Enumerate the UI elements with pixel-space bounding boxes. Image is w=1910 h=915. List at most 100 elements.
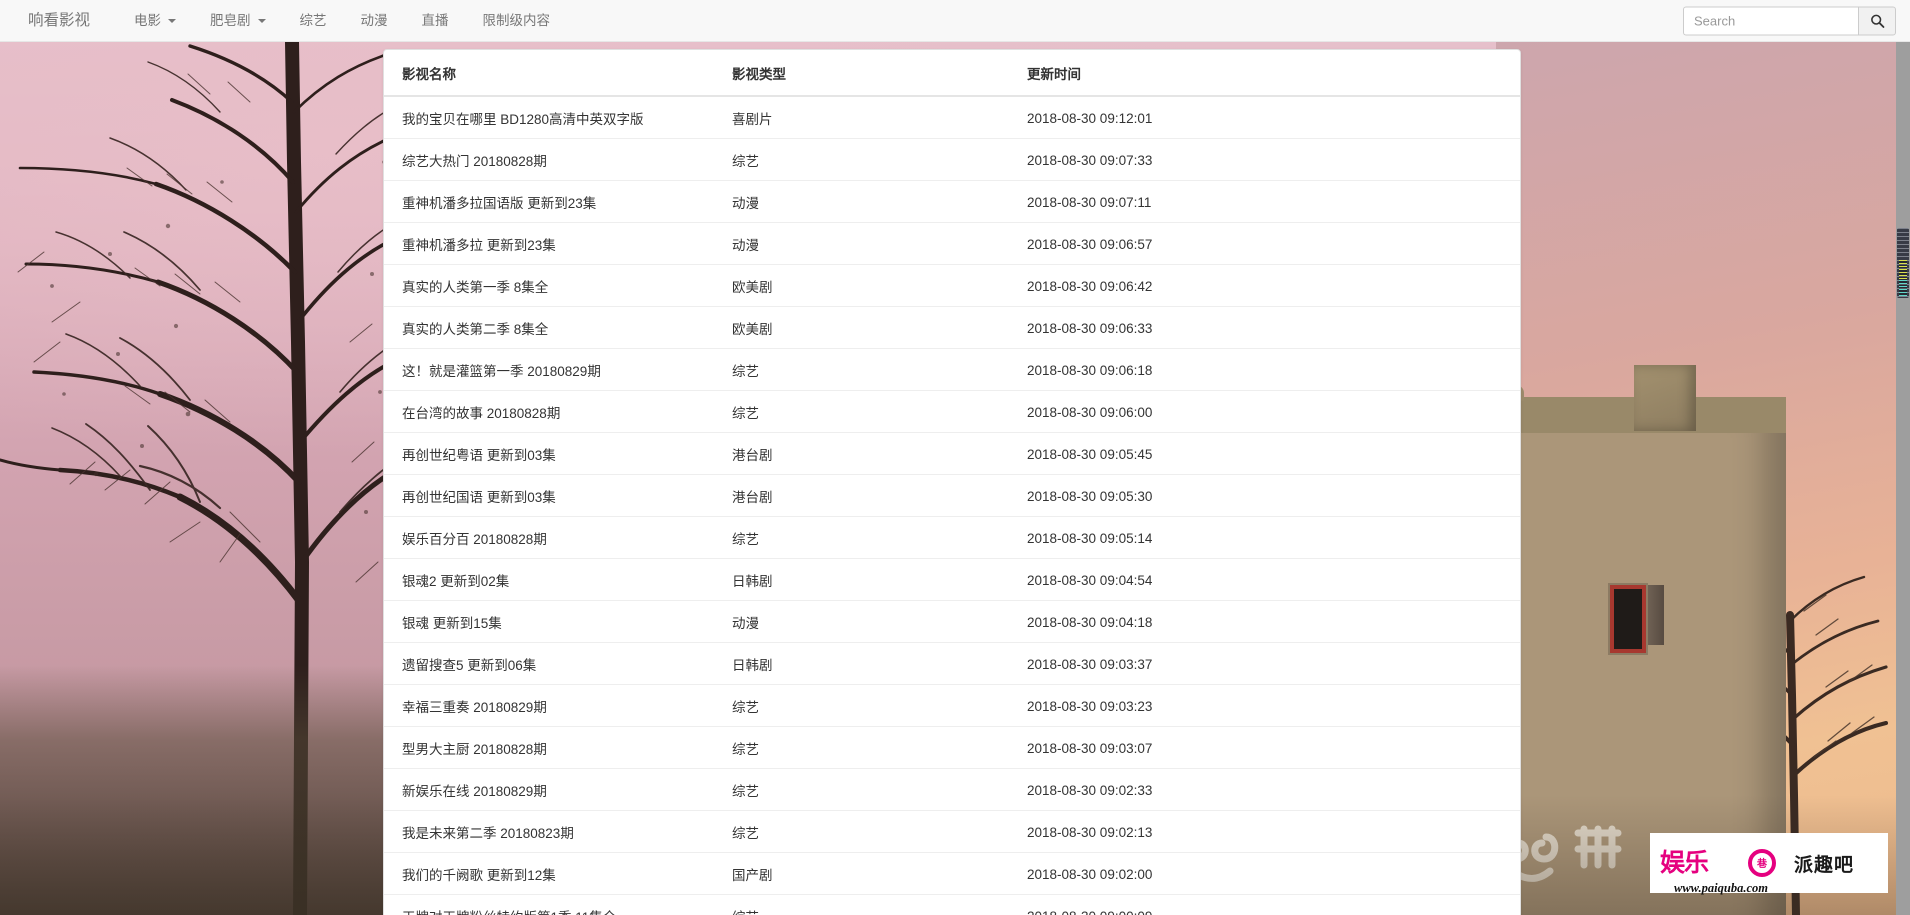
- watermark-logo: 娱乐 巷 www.paiquba.com: [1660, 848, 1778, 895]
- cell-update-time: 2018-08-30 09:04:18: [1027, 600, 1520, 643]
- table-row[interactable]: 新娱乐在线 20180829期 综艺 2018-08-30 09:02:33: [384, 768, 1520, 811]
- cell-video-type: 国产剧: [732, 852, 1027, 895]
- page-scrollbar-thumb[interactable]: [1897, 228, 1909, 298]
- search-form: [1683, 6, 1896, 35]
- table-header-row: 影视名称 影视类型 更新时间: [384, 50, 1520, 97]
- search-input[interactable]: [1683, 6, 1858, 35]
- cell-update-time: 2018-08-30 09:06:00: [1027, 390, 1520, 433]
- content-panel: 影视名称 影视类型 更新时间 我的宝贝在哪里 BD1280高清中英双字版 喜剧片 2…: [383, 49, 1521, 915]
- cell-video-name: 我们的千阙歌 更新到12集: [384, 852, 732, 895]
- video-title-link[interactable]: 真实的人类第二季 8集全: [402, 322, 548, 337]
- cell-update-time: 2018-08-30 09:06:18: [1027, 348, 1520, 391]
- cell-update-time: 2018-08-30 09:05:30: [1027, 474, 1520, 517]
- video-title-link[interactable]: 幸福三重奏 20180829期: [402, 700, 547, 715]
- cell-video-type: 综艺: [732, 810, 1027, 853]
- video-title-link[interactable]: 重神机潘多拉 更新到23集: [402, 238, 556, 253]
- cell-update-time: 2018-08-30 09:06:42: [1027, 264, 1520, 307]
- table-row[interactable]: 综艺大热门 20180828期 综艺 2018-08-30 09:07:33: [384, 138, 1520, 181]
- nav-item-soap-dramas[interactable]: 肥皂剧: [193, 0, 283, 41]
- cell-update-time: 2018-08-30 09:12:01: [1027, 96, 1520, 139]
- primary-nav: 电影 肥皂剧 综艺 动漫 直播 限制级内容: [117, 0, 567, 41]
- video-title-link[interactable]: 遗留搜查5 更新到06集: [402, 658, 536, 673]
- page-scrollbar-track[interactable]: [1896, 42, 1910, 915]
- table-row[interactable]: 在台湾的故事 20180828期 综艺 2018-08-30 09:06:00: [384, 390, 1520, 433]
- table-row[interactable]: 银魂 更新到15集 动漫 2018-08-30 09:04:18: [384, 600, 1520, 643]
- video-title-link[interactable]: 我的宝贝在哪里 BD1280高清中英双字版: [402, 112, 644, 127]
- cell-video-name: 型男大主厨 20180828期: [384, 726, 732, 769]
- video-title-link[interactable]: 重神机潘多拉国语版 更新到23集: [402, 196, 596, 211]
- tower-shutter: [1648, 585, 1664, 645]
- table-row[interactable]: 娱乐百分百 20180828期 综艺 2018-08-30 09:05:14: [384, 516, 1520, 559]
- cell-video-name: 我是未来第二季 20180823期: [384, 810, 732, 853]
- video-title-link[interactable]: 王牌对王牌粉丝特约版第1季 11集全: [402, 910, 616, 915]
- cell-video-name: 幸福三重奏 20180829期: [384, 684, 732, 727]
- video-title-link[interactable]: 这！就是灌篮第一季 20180829期: [402, 364, 601, 379]
- nav-item-movies[interactable]: 电影: [117, 0, 193, 41]
- nav-item-anime[interactable]: 动漫: [344, 0, 405, 41]
- cell-video-type: 动漫: [732, 600, 1027, 643]
- table-row[interactable]: 再创世纪国语 更新到03集 港台剧 2018-08-30 09:05:30: [384, 474, 1520, 517]
- video-title-link[interactable]: 再创世纪国语 更新到03集: [402, 490, 556, 505]
- cell-update-time: 2018-08-30 09:07:33: [1027, 138, 1520, 181]
- table-row[interactable]: 银魂2 更新到02集 日韩剧 2018-08-30 09:04:54: [384, 558, 1520, 601]
- nav-item-label: 肥皂剧: [210, 13, 251, 28]
- cell-update-time: 2018-08-30 09:04:54: [1027, 558, 1520, 601]
- table-row[interactable]: 我的宝贝在哪里 BD1280高清中英双字版 喜剧片 2018-08-30 09:12…: [384, 96, 1520, 139]
- watermark-ring-char: 巷: [1757, 859, 1767, 870]
- site-watermark: 娱乐 巷 www.paiquba.com 派趣吧: [1650, 833, 1888, 895]
- cell-video-type: 喜剧片: [732, 96, 1027, 139]
- video-title-link[interactable]: 我们的千阙歌 更新到12集: [402, 868, 556, 883]
- nav-item-variety[interactable]: 综艺: [283, 0, 344, 41]
- table-row[interactable]: 王牌对王牌粉丝特约版第1季 11集全 综艺2018-08-30 09:00:09: [384, 894, 1520, 915]
- cell-update-time: 2018-08-30 09:00:09: [1027, 894, 1520, 915]
- video-title-link[interactable]: 在台湾的故事 20180828期: [402, 406, 560, 421]
- cell-video-type: 日韩剧: [732, 558, 1027, 601]
- search-button[interactable]: [1858, 6, 1896, 35]
- chevron-down-icon: [257, 18, 266, 23]
- table-row[interactable]: 这！就是灌篮第一季 20180829期 综艺 2018-08-30 09:06:18: [384, 348, 1520, 391]
- table-head: 影视名称 影视类型 更新时间: [384, 50, 1520, 97]
- nav-item-live[interactable]: 直播: [405, 0, 466, 41]
- cell-update-time: 2018-08-30 09:02:33: [1027, 768, 1520, 811]
- video-list-table: 影视名称 影视类型 更新时间 我的宝贝在哪里 BD1280高清中英双字版 喜剧片 2…: [384, 50, 1520, 915]
- cell-update-time: 2018-08-30 09:05:14: [1027, 516, 1520, 559]
- watermark-logo-text: 娱乐: [1660, 848, 1709, 877]
- table-row[interactable]: 我们的千阙歌 更新到12集 国产剧 2018-08-30 09:02:00: [384, 852, 1520, 895]
- cell-video-type: 日韩剧: [732, 642, 1027, 685]
- page-root: 响看影视 电影 肥皂剧 综艺 动漫 直播 限制级内容 Search 影视名称 影…: [0, 0, 1910, 915]
- table-row[interactable]: 再创世纪粤语 更新到03集 港台剧 2018-08-30 09:05:45: [384, 432, 1520, 475]
- nav-item-label: 直播: [421, 13, 449, 28]
- column-header-name[interactable]: 影视名称: [384, 50, 732, 97]
- watermark-url: www.paiquba.com: [1674, 880, 1768, 895]
- nav-item-restricted[interactable]: 限制级内容: [466, 0, 568, 41]
- table-row[interactable]: 型男大主厨 20180828期 综艺 2018-08-30 09:03:07: [384, 726, 1520, 769]
- table-row[interactable]: 重神机潘多拉 更新到23集 动漫 2018-08-30 09:06:57: [384, 222, 1520, 265]
- cell-video-type: 动漫: [732, 222, 1027, 265]
- table-row[interactable]: 重神机潘多拉国语版 更新到23集 动漫 2018-08-30 09:07:11: [384, 180, 1520, 223]
- cell-video-type: 欧美剧: [732, 306, 1027, 349]
- cell-update-time: 2018-08-30 09:03:23: [1027, 684, 1520, 727]
- video-title-link[interactable]: 综艺大热门 20180828期: [402, 154, 547, 169]
- video-title-link[interactable]: 娱乐百分百 20180828期: [402, 532, 547, 547]
- table-row[interactable]: 真实的人类第二季 8集全 欧美剧 2018-08-30 09:06:33: [384, 306, 1520, 349]
- video-title-link[interactable]: 我是未来第二季 20180823期: [402, 826, 574, 841]
- site-brand-link[interactable]: 响看影视: [14, 0, 105, 41]
- video-title-link[interactable]: 银魂2 更新到02集: [402, 574, 509, 589]
- video-title-link[interactable]: 型男大主厨 20180828期: [402, 742, 547, 757]
- table-row[interactable]: 遗留搜查5 更新到06集 日韩剧 2018-08-30 09:03:37: [384, 642, 1520, 685]
- column-header-time[interactable]: 更新时间: [1027, 50, 1520, 97]
- video-title-link[interactable]: 真实的人类第一季 8集全: [402, 280, 548, 295]
- cell-update-time: 2018-08-30 09:07:11: [1027, 180, 1520, 223]
- cell-video-type: 综艺: [732, 894, 1027, 915]
- video-title-link[interactable]: 新娱乐在线 20180829期: [402, 784, 547, 799]
- table-row[interactable]: 幸福三重奏 20180829期 综艺 2018-08-30 09:03:23: [384, 684, 1520, 727]
- cell-update-time: 2018-08-30 09:05:45: [1027, 432, 1520, 475]
- video-title-link[interactable]: 银魂 更新到15集: [402, 616, 502, 631]
- cell-video-type: 综艺: [732, 768, 1027, 811]
- table-row[interactable]: 我是未来第二季 20180823期 综艺 2018-08-30 09:02:13: [384, 810, 1520, 853]
- table-row[interactable]: 真实的人类第一季 8集全 欧美剧 2018-08-30 09:06:42: [384, 264, 1520, 307]
- cell-video-name: 真实的人类第一季 8集全: [384, 264, 732, 307]
- cell-video-type: 港台剧: [732, 474, 1027, 517]
- video-title-link[interactable]: 再创世纪粤语 更新到03集: [402, 448, 556, 463]
- column-header-type[interactable]: 影视类型: [732, 50, 1027, 97]
